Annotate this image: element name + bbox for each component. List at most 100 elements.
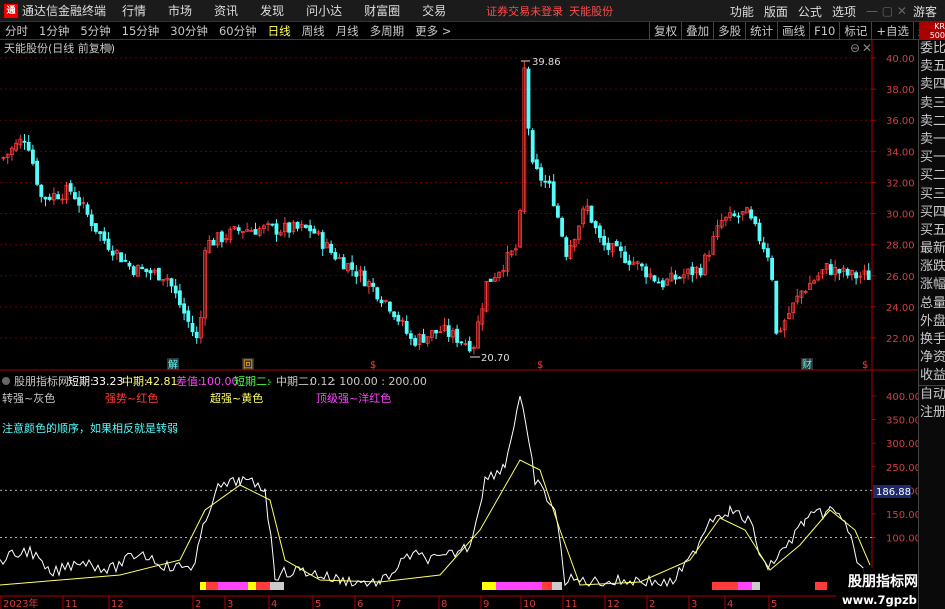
candle-body[interactable] <box>698 267 703 276</box>
period-60min[interactable]: 60分钟 <box>219 23 257 39</box>
candle-body[interactable] <box>169 278 174 287</box>
candle-body[interactable] <box>753 216 758 225</box>
period-daily[interactable]: 日线 <box>268 23 291 39</box>
candle-body[interactable] <box>623 251 627 263</box>
sidebar-item-3[interactable]: 卖三 <box>919 95 945 113</box>
window-controls[interactable]: — ▢ ✕ <box>866 4 907 18</box>
indicator-settings-icon[interactable] <box>2 377 10 385</box>
tool-multistock[interactable]: 多股 <box>713 22 745 40</box>
candle-body[interactable] <box>270 223 275 226</box>
candle-body[interactable] <box>459 341 464 344</box>
candle-body[interactable] <box>749 209 753 219</box>
candle-body[interactable] <box>488 278 493 282</box>
sidebar-item-0[interactable]: 委比 <box>919 40 945 58</box>
candle-body[interactable] <box>98 231 102 234</box>
candle-body[interactable] <box>392 311 397 318</box>
period-more[interactable]: 更多 > <box>415 23 451 39</box>
sidebar-item-17[interactable]: 净资 <box>919 349 945 367</box>
menu-market[interactable]: 市场 <box>168 2 192 19</box>
menu-discover[interactable]: 发现 <box>260 2 284 19</box>
sidebar-item-16[interactable]: 换手 <box>919 331 945 349</box>
candle-body[interactable] <box>560 217 564 237</box>
candle-body[interactable] <box>547 180 552 184</box>
candle-body[interactable] <box>236 227 241 231</box>
zoom-icon[interactable]: ⊖ <box>850 41 860 55</box>
tool-overlay[interactable]: 叠加 <box>681 22 713 40</box>
candle-body[interactable] <box>253 228 258 235</box>
period-1min[interactable]: 1分钟 <box>39 23 69 39</box>
candle-body[interactable] <box>303 224 308 228</box>
menu-wealth[interactable]: 财富圈 <box>364 2 400 19</box>
period-tick[interactable]: 分时 <box>5 23 28 39</box>
candle-body[interactable] <box>530 130 535 163</box>
candle-body[interactable] <box>320 232 325 249</box>
candle-body[interactable] <box>312 228 317 234</box>
candle-body[interactable] <box>837 268 842 274</box>
candle-body[interactable] <box>102 231 107 241</box>
tool-adjust[interactable]: 复权 <box>649 22 681 40</box>
guest-label[interactable]: 游客 <box>913 3 937 20</box>
candle-body[interactable] <box>140 266 145 270</box>
candle-body[interactable] <box>774 280 779 334</box>
candle-body[interactable] <box>375 287 380 300</box>
event-marker[interactable]: 财 <box>802 358 812 371</box>
candle-body[interactable] <box>47 196 52 200</box>
candle-body[interactable] <box>148 270 153 274</box>
candle-body[interactable] <box>535 159 539 169</box>
candle-body[interactable] <box>736 215 741 218</box>
candle-body[interactable] <box>627 260 632 265</box>
candle-body[interactable] <box>446 325 451 337</box>
candle-body[interactable] <box>673 274 678 280</box>
candle-body[interactable] <box>89 214 94 227</box>
sidebar-item-13[interactable]: 涨幅 <box>919 276 945 294</box>
candle-body[interactable] <box>350 262 355 270</box>
candle-body[interactable] <box>619 246 623 252</box>
sidebar-item-11[interactable]: 最新 <box>919 240 945 258</box>
candle-body[interactable] <box>131 266 136 275</box>
candle-body[interactable] <box>556 205 560 218</box>
event-markers[interactable]: 解 回 $ $ 财 $ <box>167 358 868 371</box>
menu-quotes[interactable]: 行情 <box>122 2 146 19</box>
sidebar-item-9[interactable]: 买四 <box>919 204 945 222</box>
sidebar-item-6[interactable]: 买一 <box>919 149 945 167</box>
menu-ask[interactable]: 问小达 <box>306 2 342 19</box>
tool-draw[interactable]: 画线 <box>777 22 809 40</box>
candle-body[interactable] <box>362 270 367 287</box>
candle-body[interactable] <box>690 266 695 276</box>
stock-link[interactable]: 天能股份 <box>569 3 613 19</box>
candle-body[interactable] <box>68 183 73 192</box>
sidebar-item-10[interactable]: 买五 <box>919 222 945 240</box>
candle-body[interactable] <box>106 238 111 250</box>
sidebar-item-5[interactable]: 卖一 <box>919 131 945 149</box>
candle-body[interactable] <box>308 225 313 232</box>
menu-trade[interactable]: 交易 <box>422 2 446 19</box>
candle-body[interactable] <box>333 251 338 260</box>
candle-body[interactable] <box>30 149 35 164</box>
event-marker[interactable]: 解 <box>168 358 178 371</box>
candle-body[interactable] <box>110 250 115 256</box>
candle-body[interactable] <box>526 68 531 129</box>
candle-body[interactable] <box>22 140 27 143</box>
candle-body[interactable] <box>211 239 216 246</box>
candle-body[interactable] <box>186 310 191 322</box>
candle-body[interactable] <box>421 334 426 343</box>
candle-body[interactable] <box>26 142 31 151</box>
candle-body[interactable] <box>43 196 48 200</box>
event-marker[interactable]: $ <box>537 360 543 371</box>
candle-body[interactable] <box>455 328 460 343</box>
period-weekly[interactable]: 周线 <box>302 23 325 39</box>
candle-body[interactable] <box>761 242 766 250</box>
candle-body[interactable] <box>177 290 182 306</box>
candle-body[interactable] <box>656 281 661 284</box>
candle-body[interactable] <box>606 242 611 251</box>
candle-body[interactable] <box>854 272 858 279</box>
event-marker[interactable]: $ <box>370 360 376 371</box>
login-notice[interactable]: 证券交易未登录 <box>486 3 563 19</box>
chart-area[interactable]: 天能股份(日线 前复权) ⊖ ✕ 40.00 38.00 36.00 34.00 32.… <box>0 40 918 609</box>
sidebar-item-4[interactable]: 卖二 <box>919 113 945 131</box>
candle-body[interactable] <box>274 223 279 235</box>
candle-body[interactable] <box>845 268 850 276</box>
candle-body[interactable] <box>640 263 644 267</box>
period-30min[interactable]: 30分钟 <box>170 23 208 39</box>
sidebar-item-1[interactable]: 卖五 <box>919 58 945 76</box>
